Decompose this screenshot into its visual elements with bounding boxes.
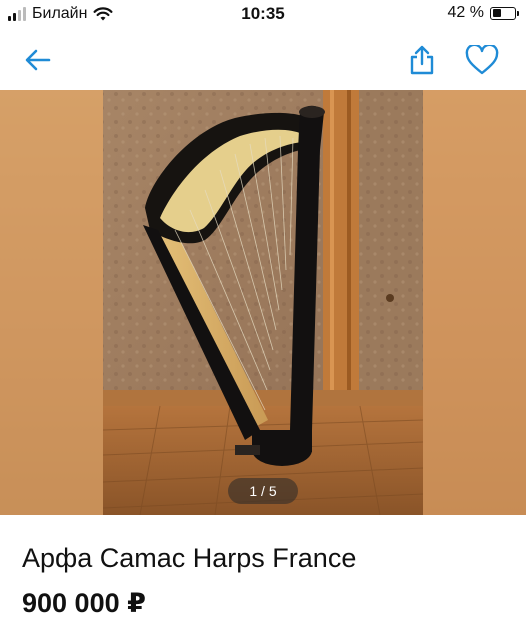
status-bar: Билайн 10:35 42 % [0,0,526,30]
listing-price: 900 000 ₽ [22,588,146,618]
share-icon [410,45,434,75]
gallery-counter: 1 / 5 [228,478,298,504]
battery-percent: 42 % [447,4,484,21]
share-button[interactable] [402,40,442,80]
listing-title: Арфа Camac Harps France [22,543,357,573]
heart-icon [465,45,499,75]
listing-photo [0,90,526,515]
battery-fill [492,9,502,17]
back-button[interactable] [18,40,58,80]
battery-icon [490,6,519,20]
favorite-button[interactable] [462,40,502,80]
photo-gallery[interactable]: 1 / 5 [0,90,526,515]
arrow-left-icon [25,49,51,71]
top-nav [0,30,526,88]
status-right: 42 % [447,4,519,22]
